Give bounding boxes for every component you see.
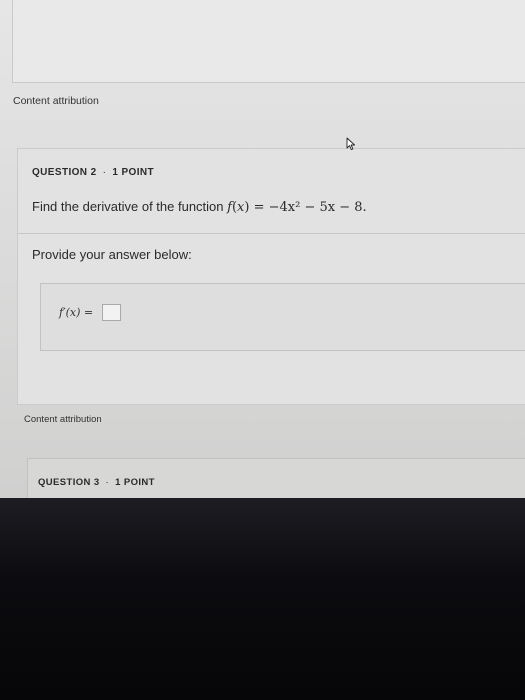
mouse-pointer-icon	[346, 137, 356, 151]
function-expression: f(x) = −4x² − 5x − 8.	[227, 200, 367, 215]
function-name: f	[227, 200, 232, 215]
header-separator: ·	[102, 167, 107, 178]
quiz-screen: Content attribution QUESTION 2 · 1 POINT F…	[0, 0, 525, 498]
question-2-card: QUESTION 2 · 1 POINT Find the derivative o…	[17, 148, 525, 405]
question-number: QUESTION 3	[38, 477, 100, 488]
question-prompt: Find the derivative of the function f(x)…	[32, 199, 367, 215]
function-variable: x	[237, 200, 245, 215]
prompt-text: Find the derivative of the function	[32, 199, 228, 214]
answer-label: f′(x) =	[59, 306, 94, 319]
header-separator: ·	[105, 477, 110, 488]
question-3-header: QUESTION 3 · 1 POINT	[38, 477, 155, 488]
question-2-header: QUESTION 2 · 1 POINT	[32, 167, 154, 178]
laptop-bezel	[0, 498, 525, 700]
question-3-card: QUESTION 3 · 1 POINT	[27, 458, 525, 498]
question-points: 1 POINT	[115, 477, 155, 488]
answer-input[interactable]	[102, 304, 121, 321]
content-attribution-link[interactable]: Content attribution	[24, 414, 102, 425]
question-number: QUESTION 2	[32, 167, 97, 178]
content-attribution-link[interactable]: Content attribution	[13, 95, 99, 107]
previous-question-card	[12, 0, 525, 83]
answer-area: f′(x) =	[40, 283, 525, 351]
divider	[18, 233, 525, 234]
provide-answer-label: Provide your answer below:	[32, 247, 192, 262]
function-body: = −4x² − 5x − 8.	[253, 200, 367, 215]
question-points: 1 POINT	[112, 167, 155, 178]
